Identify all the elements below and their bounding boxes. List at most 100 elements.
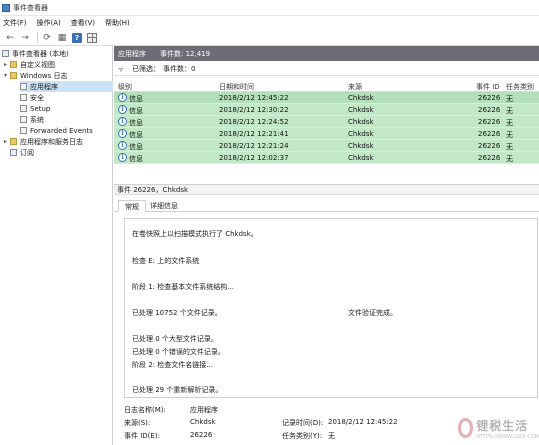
cell-source: Chkdsk: [348, 106, 374, 114]
folder-icon: [10, 72, 17, 79]
cell-source: Chkdsk: [348, 130, 374, 138]
info-icon: i: [118, 117, 127, 126]
cell-source: Chkdsk: [348, 118, 374, 126]
description-line: 已处理 29 个重新解析记录。: [132, 386, 223, 394]
log-icon: [20, 83, 27, 90]
log-icon: [20, 105, 27, 112]
event-viewer-app-icon: [2, 3, 10, 12]
column-header-task[interactable]: 任务类别: [506, 82, 534, 92]
table-row[interactable]: i 信息 2018/2/12 12:21:41 Chkdsk 26226 无: [114, 128, 539, 140]
cell-event-id: 26226: [478, 118, 501, 126]
tree-root-label: 事件查看器 (本地): [12, 49, 69, 58]
cell-level: 信息: [129, 107, 143, 115]
event-description[interactable]: 在卷快照上以扫描模式执行了 Chkdsk。 检查 E: 上的文件系统 阶段 1:…: [124, 218, 538, 398]
cell-task: 无: [506, 95, 513, 103]
back-icon[interactable]: ←: [4, 32, 16, 44]
table-row[interactable]: i 信息 2018/2/12 12:02:37 Chkdsk 26226 无: [114, 152, 539, 164]
tree-item-application[interactable]: 应用程序: [20, 81, 113, 92]
event-count: 事件数: 12,419: [160, 49, 211, 58]
filtered-event-count: 事件数：0: [163, 65, 196, 73]
cell-event-id: 26226: [478, 130, 501, 138]
tree-item-label: 系统: [30, 115, 44, 124]
detail-tabs: 常规 详细信息: [114, 198, 539, 212]
cell-level: 信息: [129, 131, 143, 139]
tree-item-forwarded-events[interactable]: Forwarded Events: [20, 125, 93, 136]
tree-item-subscriptions[interactable]: 订阅: [4, 147, 34, 158]
toolbar: ← → ⟳ ▦ ?: [0, 30, 539, 46]
tree-item-security[interactable]: 安全: [20, 92, 44, 103]
window-title: 事件查看器: [13, 3, 48, 12]
tree-item-setup[interactable]: Setup: [20, 103, 50, 114]
watermark-text: 锂税生活 HTTPS://WWW.LSSX.COM: [476, 417, 539, 440]
menu-file[interactable]: 文件(F): [3, 18, 27, 28]
view-button[interactable]: [86, 32, 98, 44]
cell-source: Chkdsk: [348, 142, 374, 150]
forward-icon[interactable]: →: [19, 32, 31, 44]
event-viewer-icon: [2, 50, 9, 57]
table-row[interactable]: i 信息 2018/2/12 12:30:22 Chkdsk 26226 无: [114, 104, 539, 116]
watermark: 锂税生活 HTTPS://WWW.LSSX.COM: [458, 411, 539, 445]
events-table: 级别 日期和时间 来源 事件 ID 任务类别 i 信息 2018/2/12 12…: [114, 80, 539, 164]
description-line: 已处理 0 个大型文件记录。: [132, 335, 218, 343]
view-icon: [87, 32, 97, 43]
info-icon: i: [118, 93, 127, 102]
cell-date: 2018/2/12 12:24:52: [219, 118, 289, 126]
task-label: 任务类别(Y):: [282, 432, 323, 440]
column-header-level[interactable]: 级别: [118, 82, 132, 92]
cell-task: 无: [506, 155, 513, 163]
navigation-tree: 事件查看器 (本地) ▸ 自定义视图 ▾ Windows 日志 应用程序 安全 …: [0, 46, 113, 445]
cell-event-id: 26226: [478, 154, 501, 162]
help-icon: ?: [72, 32, 82, 43]
tree-item-label: 安全: [30, 93, 44, 102]
tree-root[interactable]: 事件查看器 (本地): [2, 48, 69, 59]
menu-bar: 文件(F) 操作(A) 查看(V) 帮助(H): [0, 16, 539, 30]
logged-label: 记录时间(D):: [282, 419, 324, 427]
tree-item-system[interactable]: 系统: [20, 114, 44, 125]
column-header-source[interactable]: 来源: [348, 82, 362, 92]
title-bar: 事件查看器: [0, 0, 539, 16]
filter-bar: ▿ 已筛选： 事件数：0: [114, 63, 539, 76]
tree-item-label: 订阅: [20, 148, 34, 157]
info-icon: i: [118, 105, 127, 114]
watermark-main-text: 锂税生活: [476, 418, 529, 433]
menu-help[interactable]: 帮助(H): [105, 18, 130, 28]
refresh-icon[interactable]: ⟳: [41, 32, 53, 44]
log-icon: [20, 94, 27, 101]
column-header-event-id[interactable]: 事件 ID: [476, 82, 500, 92]
cell-task: 无: [506, 143, 513, 151]
filter-label: 已筛选：: [132, 65, 161, 73]
tree-item-label: 应用程序: [30, 82, 58, 91]
table-row[interactable]: i 信息 2018/2/12 12:45:22 Chkdsk 26226 无: [114, 92, 539, 104]
description-line: 文件验证完成。: [348, 309, 397, 317]
cell-source: Chkdsk: [348, 94, 374, 102]
info-icon: i: [118, 153, 127, 162]
description-line: 阶段 1: 检查基本文件系统结构...: [132, 283, 234, 291]
tab-details[interactable]: 详细信息: [144, 200, 184, 212]
tree-item-custom-views[interactable]: ▸ 自定义视图: [4, 59, 55, 70]
menu-view[interactable]: 查看(V): [71, 18, 95, 28]
table-row[interactable]: i 信息 2018/2/12 12:21:24 Chkdsk 26226 无: [114, 140, 539, 152]
toolbar-separator: [37, 32, 38, 43]
info-icon: i: [118, 141, 127, 150]
event-detail-title: 事件 26226，Chkdsk: [114, 184, 539, 195]
help-button[interactable]: ?: [71, 32, 83, 44]
menu-action[interactable]: 操作(A): [37, 18, 61, 28]
tree-item-label: Windows 日志: [20, 71, 68, 80]
tree-item-app-service-logs[interactable]: ▸ 应用程序和服务日志: [4, 136, 83, 147]
table-row[interactable]: i 信息 2018/2/12 12:24:52 Chkdsk 26226 无: [114, 116, 539, 128]
cell-date: 2018/2/12 12:21:24: [219, 142, 289, 150]
properties-icon[interactable]: ▦: [56, 32, 68, 44]
tree-item-windows-logs[interactable]: ▾ Windows 日志: [4, 70, 67, 81]
info-icon: i: [118, 129, 127, 138]
column-header-date[interactable]: 日期和时间: [219, 82, 254, 92]
log-name: 应用程序: [118, 49, 146, 58]
cell-task: 无: [506, 119, 513, 127]
event-id-label: 事件 ID(E):: [124, 432, 160, 440]
cell-date: 2018/2/12 12:02:37: [219, 154, 289, 162]
tree-item-label: 应用程序和服务日志: [20, 137, 83, 146]
main-pane: 应用程序 事件数: 12,419 ▿ 已筛选： 事件数：0 级别 日期和时间 来…: [114, 46, 539, 445]
tree-item-label: 自定义视图: [20, 60, 55, 69]
tab-general[interactable]: 常规: [118, 200, 146, 212]
description-line: 已处理 10752 个文件记录。: [132, 309, 222, 317]
source-value: Chkdsk: [190, 418, 216, 426]
